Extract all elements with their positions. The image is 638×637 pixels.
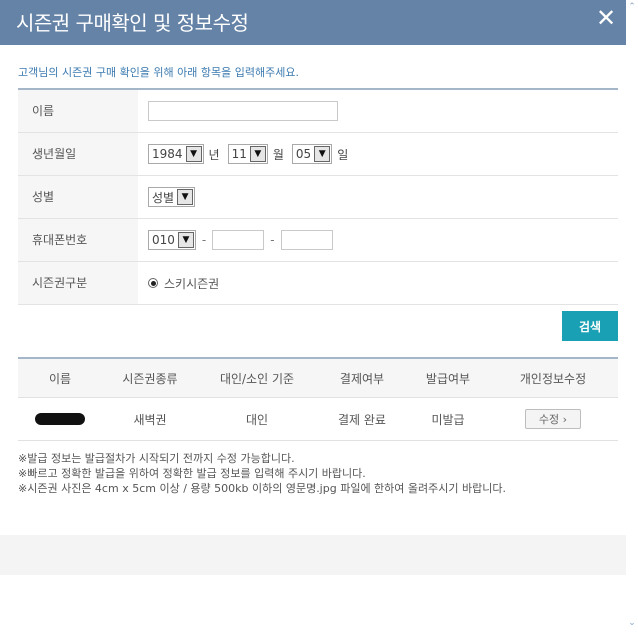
header-issue: 발급여부: [425, 371, 471, 386]
header-age-group: 대인/소인 기준: [219, 371, 295, 386]
header-name: 이름: [48, 371, 72, 386]
phone-prefix-select[interactable]: 010 ▼: [148, 230, 196, 250]
close-icon[interactable]: ✕: [594, 6, 618, 30]
scroll-up-icon[interactable]: ⌃: [626, 2, 638, 14]
header-payment: 결제여부: [339, 371, 385, 386]
dialog-header: 시즌권 구매확인 및 정보수정 ✕: [0, 0, 626, 45]
birth-year-value: 1984: [152, 147, 183, 161]
month-unit: 월: [272, 147, 284, 162]
birth-year-select[interactable]: 1984 ▼: [148, 144, 204, 164]
note-line: ※발급 정보는 발급절차가 시작되기 전까지 수정 가능합니다.: [18, 452, 295, 465]
gender-label: 성별: [18, 176, 138, 218]
phone-label: 휴대폰번호: [18, 219, 138, 261]
birth-month-select[interactable]: 11 ▼: [227, 144, 268, 164]
birth-row: 생년월일 1984 ▼ 년 11 ▼ 월 05 ▼ 일: [18, 133, 618, 176]
day-unit: 일: [337, 147, 349, 162]
phone-value: 010 ▼ - -: [148, 219, 618, 261]
row-name-cell: [18, 398, 102, 440]
birth-label: 생년월일: [18, 133, 138, 175]
phone-dash: -: [270, 233, 275, 247]
result-table: 이름 시즌권종류 대인/소인 기준 결제여부 발급여부 개인정보수정 새벽권 대…: [18, 357, 618, 441]
name-row: 이름: [18, 90, 618, 133]
chevron-down-icon: ▼: [177, 189, 194, 205]
row-payment: 결제 완료: [338, 412, 386, 427]
row-age-group: 대인: [245, 412, 269, 427]
gender-value: 성별 ▼: [148, 176, 618, 218]
dialog-title: 시즌권 구매확인 및 정보수정: [16, 11, 249, 35]
scroll-down-icon[interactable]: ⌄: [626, 618, 638, 630]
chevron-down-icon: ▼: [185, 146, 202, 162]
phone-middle-input[interactable]: [212, 230, 265, 250]
intro-text: 고객님의 시즌권 구매 확인을 위해 아래 항목을 입력해주세요.: [18, 66, 299, 79]
birth-day-value: 05: [295, 147, 312, 161]
name-value: [148, 90, 618, 132]
notes: ※발급 정보는 발급절차가 시작되기 전까지 수정 가능합니다. ※빠르고 정확…: [18, 451, 506, 496]
chevron-down-icon: ▼: [177, 232, 194, 248]
gender-selected: 성별: [152, 190, 175, 205]
birth-day-select[interactable]: 05 ▼: [291, 144, 333, 164]
phone-dash: -: [201, 233, 207, 247]
phone-last-input[interactable]: [280, 230, 333, 250]
row-pass-kind: 새벽권: [133, 412, 167, 427]
header-edit: 개인정보수정: [519, 371, 587, 386]
scrollbar[interactable]: [626, 0, 638, 637]
info-form: 이름 생년월일 1984 ▼ 년 11 ▼ 월 05 ▼ 일 성별 성별 ▼ 휴…: [18, 88, 618, 305]
phone-row: 휴대폰번호 010 ▼ - -: [18, 219, 618, 262]
gender-select[interactable]: 성별 ▼: [148, 187, 196, 207]
phone-prefix-value: 010: [152, 233, 175, 247]
table-row: 새벽권 대인 결제 완료 미발급 수정 ›: [18, 398, 618, 441]
gender-row: 성별 성별 ▼: [18, 176, 618, 219]
pass-type-option[interactable]: 스키시즌권: [164, 275, 219, 292]
table-header: 이름 시즌권종류 대인/소인 기준 결제여부 발급여부 개인정보수정: [18, 359, 618, 398]
header-pass-kind: 시즌권종류: [122, 371, 178, 386]
note-line: ※시즌권 사진은 4cm x 5cm 이상 / 용량 500kb 이하의 영문명…: [18, 482, 506, 495]
search-button[interactable]: 검색: [562, 311, 618, 341]
note-line: ※빠르고 정확한 발급을 위하여 정확한 발급 정보를 입력해 주시기 바랍니다…: [18, 467, 366, 480]
chevron-down-icon: ▼: [249, 146, 266, 162]
birth-month-value: 11: [231, 147, 247, 161]
pass-type-value: 스키시즌권: [148, 262, 618, 304]
name-label: 이름: [18, 90, 138, 132]
footer-band: [0, 535, 626, 575]
pass-type-radio[interactable]: [148, 278, 158, 288]
birth-value: 1984 ▼ 년 11 ▼ 월 05 ▼ 일: [148, 133, 618, 175]
row-issue: 미발급: [431, 412, 465, 427]
pass-type-label: 시즌권구분: [18, 262, 138, 304]
redacted-name: [35, 413, 85, 425]
chevron-down-icon: ▼: [314, 146, 331, 162]
pass-type-row: 시즌권구분 스키시즌권: [18, 262, 618, 305]
row-edit-cell: 수정 ›: [488, 398, 618, 440]
edit-button[interactable]: 수정 ›: [525, 409, 581, 429]
year-unit: 년: [208, 147, 220, 162]
name-input[interactable]: [148, 101, 338, 121]
